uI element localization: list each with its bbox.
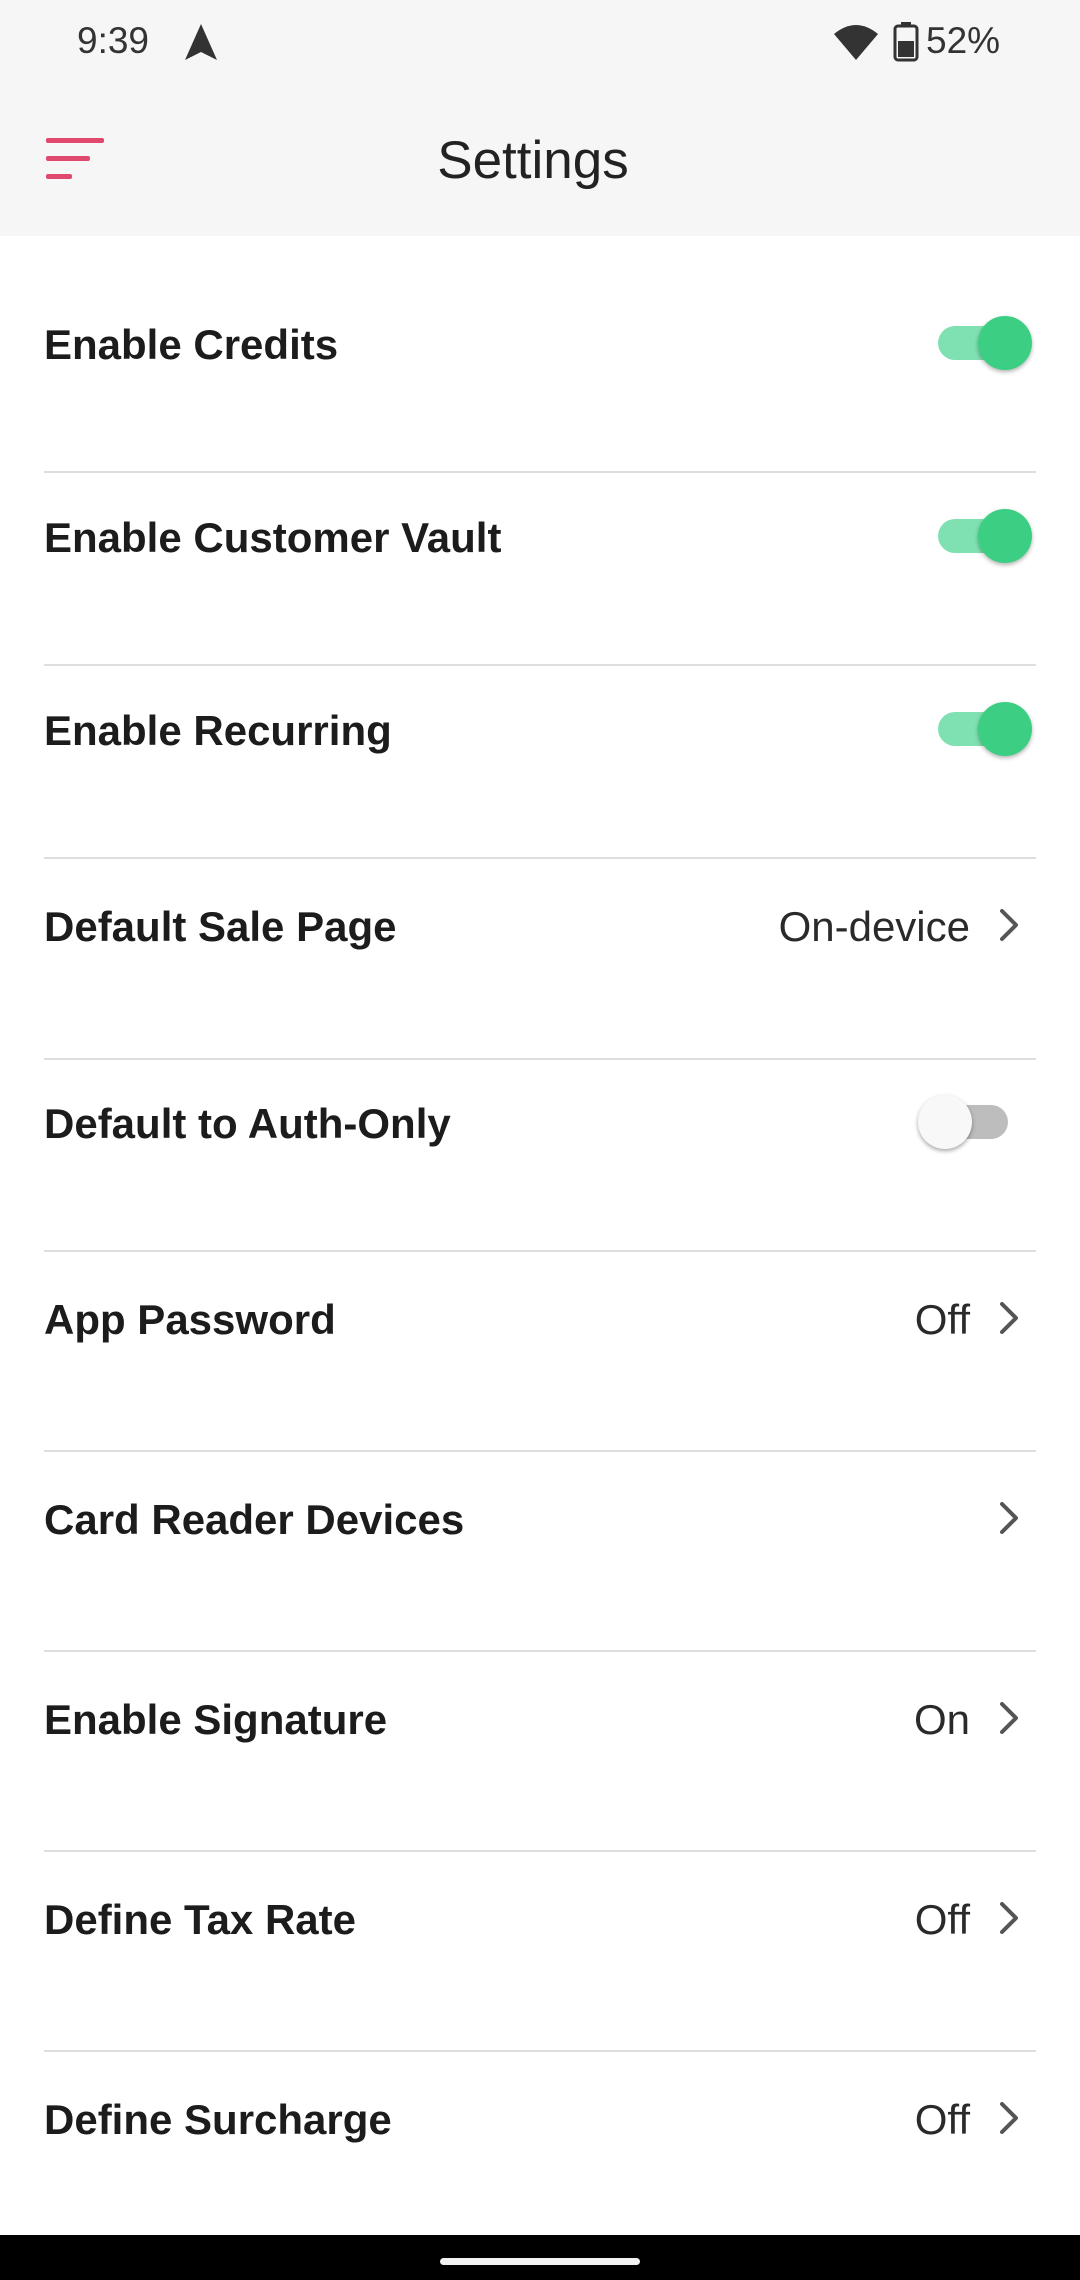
setting-label: Default Sale Page: [44, 903, 397, 950]
divider: [44, 2050, 1036, 2052]
divider: [44, 471, 1036, 473]
toggle-thumb: [978, 702, 1032, 756]
setting-row-enable-customer-vault[interactable]: Enable Customer Vault: [44, 507, 1036, 567]
battery-icon: [893, 22, 919, 67]
setting-row-app-password[interactable]: App Password Off: [44, 1289, 1036, 1349]
divider: [44, 1250, 1036, 1252]
divider: [44, 1450, 1036, 1452]
setting-label: Default to Auth-Only: [44, 1100, 451, 1147]
setting-row-enable-signature[interactable]: Enable Signature On: [44, 1689, 1036, 1749]
setting-label: Enable Customer Vault: [44, 514, 502, 561]
chevron-right-icon: [999, 1701, 1019, 1740]
setting-row-enable-credits[interactable]: Enable Credits: [44, 314, 1036, 374]
setting-label: Enable Credits: [44, 321, 339, 368]
setting-value: Off: [914, 1896, 970, 1943]
chevron-right-icon: [999, 1901, 1019, 1940]
navigation-arrow-icon: [183, 22, 219, 67]
divider: [44, 857, 1036, 859]
setting-value: On: [913, 1696, 970, 1743]
wifi-icon: [832, 24, 880, 67]
toggle-thumb: [978, 509, 1032, 563]
chevron-right-icon: [999, 1501, 1019, 1540]
chevron-right-icon: [999, 908, 1019, 947]
setting-label: Enable Signature: [44, 1696, 388, 1743]
battery-percent: 52%: [926, 20, 1001, 61]
setting-label: Card Reader Devices: [44, 1496, 465, 1543]
setting-label: Define Surcharge: [44, 2096, 392, 2143]
setting-value: On-device: [778, 903, 970, 950]
divider: [44, 1650, 1036, 1652]
setting-row-default-to-auth-only[interactable]: Default to Auth-Only: [44, 1093, 1036, 1153]
setting-label: Enable Recurring: [44, 707, 392, 754]
chevron-right-icon: [999, 2101, 1019, 2140]
chevron-right-icon: [999, 1301, 1019, 1340]
status-time: 9:39: [77, 20, 150, 61]
toggle-thumb: [978, 316, 1032, 370]
setting-label: App Password: [44, 1296, 336, 1343]
setting-label: Define Tax Rate: [44, 1896, 356, 1943]
setting-value: Off: [914, 1296, 970, 1343]
setting-row-enable-recurring[interactable]: Enable Recurring: [44, 700, 1036, 760]
setting-row-define-tax-rate[interactable]: Define Tax Rate Off: [44, 1889, 1036, 1949]
status-bar: 9:39 52%: [0, 0, 1080, 86]
toggle-thumb: [918, 1095, 972, 1149]
gesture-navigation-bar: [0, 2235, 1080, 2280]
divider: [44, 664, 1036, 666]
setting-row-default-sale-page[interactable]: Default Sale Page On-device: [44, 896, 1036, 956]
app-bar: Settings: [0, 86, 1080, 236]
divider: [44, 1058, 1036, 1060]
setting-row-card-reader-devices[interactable]: Card Reader Devices: [44, 1489, 1036, 1549]
home-gesture-handle[interactable]: [440, 2258, 640, 2265]
setting-value: Off: [914, 2096, 970, 2143]
page-title: Settings: [437, 131, 629, 190]
setting-row-define-surcharge[interactable]: Define Surcharge Off: [44, 2089, 1036, 2149]
divider: [44, 1850, 1036, 1852]
